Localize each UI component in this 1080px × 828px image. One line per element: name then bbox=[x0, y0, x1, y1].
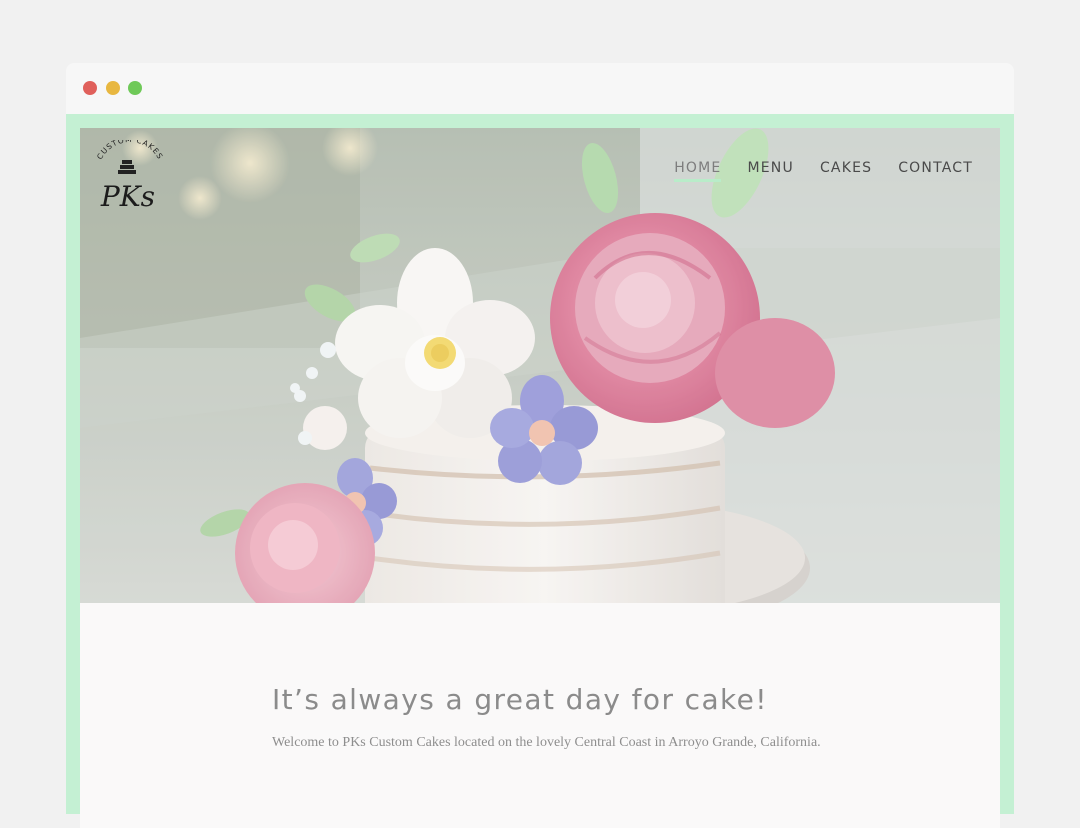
logo-arc-text: CUSTOM CAKES bbox=[95, 140, 164, 161]
website-page: CUSTOM CAKES PKs HOME MENU CAKES CONTACT… bbox=[80, 128, 1000, 828]
cake-photo bbox=[80, 128, 1000, 603]
browser-window: CUSTOM CAKES PKs HOME MENU CAKES CONTACT… bbox=[66, 63, 1014, 828]
pks-logo-icon: CUSTOM CAKES PKs bbox=[95, 140, 165, 213]
maximize-window-button[interactable] bbox=[128, 81, 142, 95]
site-logo[interactable]: CUSTOM CAKES PKs bbox=[90, 140, 170, 220]
minimize-window-button[interactable] bbox=[106, 81, 120, 95]
nav-home[interactable]: HOME bbox=[674, 160, 722, 182]
page-frame: CUSTOM CAKES PKs HOME MENU CAKES CONTACT… bbox=[66, 114, 1014, 828]
hero-image: CUSTOM CAKES PKs HOME MENU CAKES CONTACT bbox=[80, 128, 1000, 603]
nav-menu[interactable]: MENU bbox=[747, 160, 793, 182]
browser-titlebar bbox=[66, 63, 1014, 114]
nav-contact[interactable]: CONTACT bbox=[898, 160, 973, 182]
logo-monogram: PKs bbox=[100, 180, 155, 213]
intro-paragraph: Welcome to PKs Custom Cakes located on t… bbox=[272, 735, 821, 750]
main-nav: HOME MENU CAKES CONTACT bbox=[674, 160, 973, 182]
nav-cakes[interactable]: CAKES bbox=[820, 160, 872, 182]
close-window-button[interactable] bbox=[83, 81, 97, 95]
page-headline: It’s always a great day for cake! bbox=[272, 683, 768, 716]
svg-text:CUSTOM CAKES: CUSTOM CAKES bbox=[95, 140, 165, 161]
